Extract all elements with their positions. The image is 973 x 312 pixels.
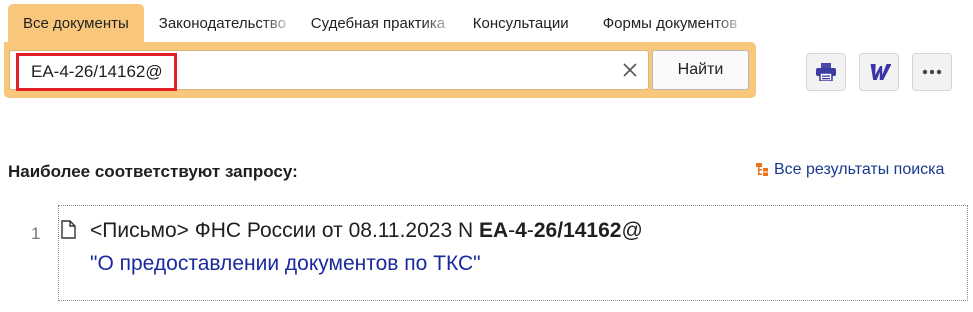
save-to-word-button[interactable]: [859, 53, 899, 91]
result-ref-suffix: @: [621, 219, 643, 242]
document-icon: [61, 220, 76, 239]
clear-icon[interactable]: [618, 58, 642, 82]
more-button[interactable]: [912, 53, 952, 91]
result-number: 1: [31, 224, 41, 243]
result-ref-highlight: 4: [515, 219, 527, 242]
tab-bar: Все документы Законодательство Судебная …: [8, 4, 748, 44]
all-results-label[interactable]: Все результаты поиска: [774, 161, 944, 179]
result-ref-highlight: 26/14162: [533, 219, 622, 242]
all-results-link[interactable]: Все результаты поиска: [756, 161, 944, 179]
word-icon: [870, 64, 891, 80]
result-ref-highlight: ЕА: [478, 219, 509, 242]
tab-legislation[interactable]: Законодательство: [144, 4, 296, 44]
result-doc-reference[interactable]: <Письмо> ФНС России от 08.11.2023 N ЕА-4…: [90, 219, 643, 243]
printer-icon: [816, 63, 836, 81]
tab-all-documents[interactable]: Все документы: [8, 4, 144, 44]
results-heading: Наиболее соответствуют запросу:: [8, 162, 298, 181]
result-doc-title[interactable]: "О предоставлении документов по ТКС": [90, 252, 481, 276]
tree-icon: [756, 163, 768, 176]
tab-court-practice[interactable]: Судебная практика: [296, 4, 458, 44]
result-ref-prefix: <Письмо> ФНС России от 08.11.2023 N: [90, 219, 479, 242]
search-query-value[interactable]: ЕА-4-26/14162@: [16, 53, 177, 91]
more-icon: [922, 69, 942, 75]
search-panel: ЕА-4-26/14162@ Найти: [4, 42, 756, 98]
tab-document-forms[interactable]: Формы документов: [588, 4, 748, 44]
search-input[interactable]: ЕА-4-26/14162@: [9, 50, 649, 91]
tab-consultations[interactable]: Консультации: [458, 4, 588, 44]
result-ref-separator: -: [526, 219, 534, 242]
print-button[interactable]: [806, 53, 846, 91]
find-button[interactable]: Найти: [652, 50, 749, 90]
